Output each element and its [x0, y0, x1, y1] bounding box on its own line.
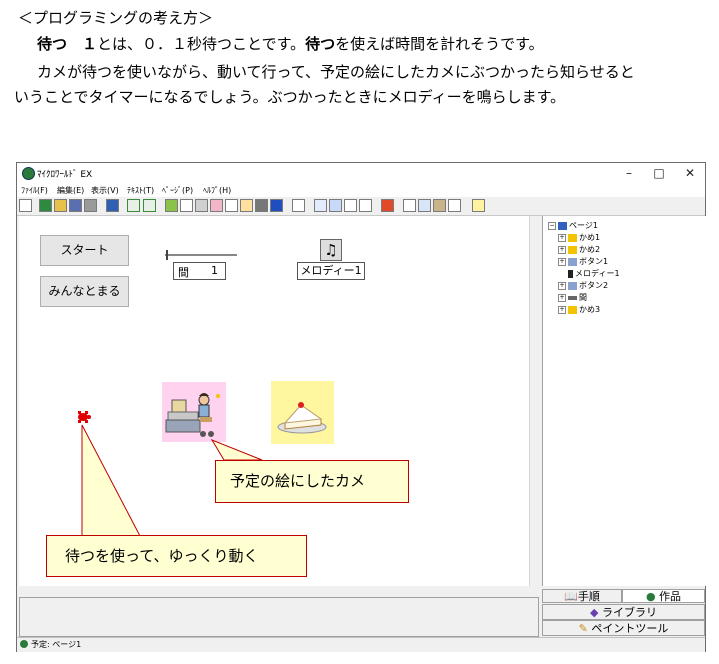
callout-wait-slow: 待つを使って、ゆっくり動く	[46, 535, 307, 577]
callout-scheduled-turtle: 予定の絵にしたカメ	[215, 460, 409, 503]
callout-pointer-scheduled	[210, 438, 263, 461]
callout-pointer-slow	[81, 424, 141, 537]
